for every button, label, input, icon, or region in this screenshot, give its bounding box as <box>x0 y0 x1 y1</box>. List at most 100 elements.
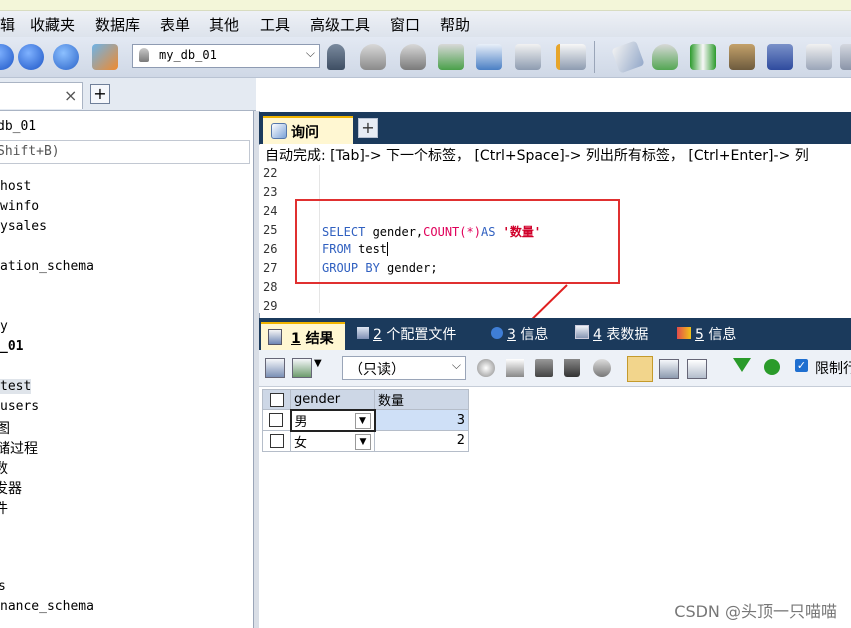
table-cell[interactable]: 3 <box>374 409 469 431</box>
truck-icon[interactable] <box>729 44 755 70</box>
close-icon[interactable]: × <box>64 86 77 105</box>
tree-item-users[interactable]: users <box>0 399 39 414</box>
limit-rows-checkbox[interactable]: ✓ <box>795 359 808 372</box>
tree-item-procedures[interactable]: 储过程 <box>0 438 38 458</box>
text-mode-icon[interactable] <box>687 359 707 379</box>
table-cell[interactable]: 2 <box>374 430 469 452</box>
result-table: gender 数量 男 ▼ 3 女 ▼ 2 <box>262 389 469 452</box>
toolbar-divider <box>594 41 595 73</box>
filter-icon[interactable] <box>733 358 751 372</box>
db-export-icon[interactable] <box>360 44 386 70</box>
table-cell[interactable]: 女 ▼ <box>290 430 375 452</box>
menu-table[interactable]: 表单 <box>160 14 190 35</box>
chevron-down-icon[interactable]: ⌵ <box>306 46 315 61</box>
tree-item-host[interactable]: host <box>0 179 31 194</box>
form-mode-icon[interactable] <box>659 359 679 379</box>
tab-result-label: 1 结果 <box>291 328 334 348</box>
tree-item-s[interactable]: s <box>0 579 6 594</box>
tree-item-test[interactable]: test <box>0 379 32 394</box>
menu-edit[interactable]: 辑 <box>0 14 15 35</box>
tree-item-information-schema[interactable]: ation_schema <box>0 259 94 274</box>
filter-hint: Shift+B) <box>0 144 60 159</box>
tab-query[interactable]: 询问 <box>263 116 353 144</box>
tree-db-title[interactable]: db_01 <box>0 119 36 134</box>
readonly-select[interactable]: （只读） ⌵ <box>342 356 466 380</box>
table-row[interactable]: 女 ▼ 2 <box>262 430 469 452</box>
db-sync-icon[interactable] <box>652 44 678 70</box>
tab-table-data[interactable]: 4 表数据 <box>575 324 648 344</box>
cancel-icon[interactable] <box>593 359 611 377</box>
sync-icon[interactable] <box>690 44 716 70</box>
table-icon[interactable] <box>476 44 502 70</box>
menu-help[interactable]: 帮助 <box>440 14 470 35</box>
line-number: 26 <box>263 242 278 256</box>
tree-item-events[interactable]: 件 <box>0 498 8 518</box>
table-cell[interactable]: 男 ▼ <box>289 408 376 432</box>
cell-gender: 男 <box>294 414 308 430</box>
tree-item-triggers[interactable]: 发器 <box>0 478 22 498</box>
row-checkbox[interactable] <box>269 433 284 448</box>
row-checkbox[interactable] <box>269 413 284 427</box>
dropdown-arrow-icon[interactable]: ▼ <box>314 358 322 369</box>
tab-result[interactable]: 1 结果 <box>261 322 345 350</box>
add-query-tab-button[interactable]: + <box>358 118 378 138</box>
monitor-icon[interactable] <box>767 44 793 70</box>
refresh-results-icon[interactable] <box>764 359 780 375</box>
grid-mode-icon[interactable] <box>627 356 653 382</box>
tree-item-current-db[interactable]: _01 <box>0 339 23 354</box>
tree-item-ysales[interactable]: ysales <box>0 219 47 234</box>
menu-database[interactable]: 数据库 <box>95 14 140 35</box>
cell-dropdown-icon[interactable]: ▼ <box>354 412 371 429</box>
select-all-cell[interactable] <box>262 389 291 410</box>
tab-info-2-num: 5 <box>695 327 704 343</box>
window-icon[interactable] <box>806 44 832 70</box>
tree-item-functions[interactable]: 数 <box>0 458 8 478</box>
cell-dropdown-icon[interactable]: ▼ <box>355 433 371 450</box>
watermark: CSDN @头顶一只喵喵 <box>674 602 837 621</box>
tab-info-2[interactable]: 5 信息 <box>677 324 736 344</box>
record-icon[interactable] <box>0 44 14 70</box>
user-icon[interactable] <box>327 44 345 70</box>
chevron-down-icon[interactable]: ⌵ <box>452 358 461 373</box>
menu-tools[interactable]: 工具 <box>260 14 290 35</box>
column-header-count[interactable]: 数量 <box>374 389 469 410</box>
database-selector[interactable]: my_db_01 ⌵ <box>132 44 320 68</box>
forward-icon[interactable] <box>18 44 44 70</box>
grid-view-icon[interactable] <box>265 358 285 378</box>
menu-other[interactable]: 其他 <box>209 14 239 35</box>
copy-row-icon[interactable] <box>506 359 524 377</box>
export-icon[interactable] <box>292 358 312 378</box>
index-icon[interactable] <box>556 44 586 70</box>
delete-icon[interactable] <box>564 359 580 377</box>
eraser-icon[interactable] <box>611 40 645 74</box>
object-browser-tab[interactable]: × <box>0 82 83 109</box>
info-icon <box>491 327 503 339</box>
column-header-gender[interactable]: gender <box>290 389 375 410</box>
menu-window[interactable]: 窗口 <box>390 14 420 35</box>
autocomplete-hint: 自动完成: [Tab]-> 下一个标签， [Ctrl+Space]-> 列出所有… <box>259 145 851 165</box>
tree-item-views[interactable]: 图 <box>0 418 10 438</box>
table-row[interactable]: 男 ▼ 3 <box>262 408 469 432</box>
select-all-checkbox[interactable] <box>269 392 284 407</box>
row-select-cell[interactable] <box>262 409 291 431</box>
save-icon[interactable] <box>535 359 553 377</box>
users-icon[interactable] <box>92 44 118 70</box>
backup-icon[interactable] <box>438 44 464 70</box>
add-tab-button[interactable]: + <box>90 84 110 104</box>
result-grid-icon <box>268 329 282 345</box>
refresh-icon[interactable] <box>53 44 79 70</box>
more-icon[interactable] <box>840 44 851 70</box>
row-select-cell[interactable] <box>262 430 291 452</box>
tab-profile[interactable]: 2 个配置文件 <box>357 324 456 344</box>
tree-item-winfo[interactable]: winfo <box>0 199 39 214</box>
schema-icon[interactable] <box>515 44 541 70</box>
db-import-icon[interactable] <box>400 44 426 70</box>
tab-info[interactable]: 3 信息 <box>491 324 548 344</box>
tree-item-y[interactable]: y <box>0 319 8 334</box>
menu-advanced-tools[interactable]: 高级工具 <box>310 14 370 35</box>
menu-favorites[interactable]: 收藏夹 <box>30 14 75 35</box>
line-number: 27 <box>263 261 278 275</box>
tab-result-num: 1 <box>291 331 301 347</box>
add-row-icon[interactable] <box>477 359 495 377</box>
tree-item-performance-schema[interactable]: nance_schema <box>0 599 94 614</box>
